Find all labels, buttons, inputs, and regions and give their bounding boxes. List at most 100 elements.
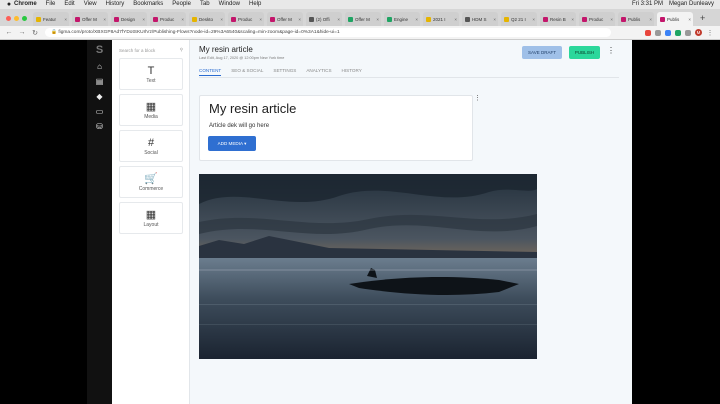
new-tab-button[interactable]: + [700,13,705,23]
menu-view[interactable]: View [84,0,97,9]
close-tab-icon[interactable]: × [376,17,379,22]
close-tab-icon[interactable]: × [415,17,418,22]
menu-edit[interactable]: Edit [64,0,74,9]
close-window-button[interactable] [6,16,11,21]
close-tab-icon[interactable]: × [298,17,301,22]
close-tab-icon[interactable]: × [688,17,691,22]
menubar-user[interactable]: Megan Dunleavy [669,0,714,9]
lake-sunset-photo [199,174,537,359]
close-tab-icon[interactable]: × [142,17,145,22]
menu-help[interactable]: Help [249,0,261,9]
tab-history[interactable]: HISTORY [342,66,362,76]
apple-icon[interactable]: ● [4,0,14,9]
text-icon: T [147,64,155,77]
browser-tab[interactable]: Design × [111,12,147,26]
chrome-menu-icon[interactable]: ⋮ [706,29,714,37]
close-tab-icon[interactable]: × [493,17,496,22]
close-tab-icon[interactable]: × [220,17,223,22]
browser-tab[interactable]: Offer M × [345,12,381,26]
card-options-icon[interactable]: ⋮ [474,94,481,102]
extension-icons: M ⋮ [645,29,714,37]
close-tab-icon[interactable]: × [571,17,574,22]
browser-tab[interactable]: Resin B × [540,12,576,26]
zoom-window-button[interactable] [22,16,27,21]
tab-strip: Featur × Offer M × Design × Produc × Deskto × Prod… [0,9,720,26]
tag-icon[interactable]: ◆ [95,92,104,101]
menu-people[interactable]: People [172,0,191,9]
block-social[interactable]: # Social [119,130,183,162]
article-dek[interactable]: Article dek will go here [209,123,269,129]
browser-tab[interactable]: Produc × [228,12,264,26]
tab-analytics[interactable]: ANALYTICS [306,66,331,76]
tab-content[interactable]: CONTENT [199,66,222,76]
close-tab-icon[interactable]: × [610,17,613,22]
back-icon[interactable]: ← [5,29,13,36]
close-tab-icon[interactable]: × [181,17,184,22]
extension-icon[interactable] [655,29,661,36]
tab-favicon-icon [465,16,470,22]
tab-settings[interactable]: SETTINGS [273,66,296,76]
menu-window[interactable]: Window [219,0,240,9]
close-tab-icon[interactable]: × [649,17,652,22]
forward-icon[interactable]: → [18,29,26,36]
save-draft-button[interactable]: SAVE DRAFT [522,46,562,59]
menu-tab[interactable]: Tab [200,0,210,9]
block-text[interactable]: T Text [119,58,183,90]
extension-icon[interactable] [685,29,691,36]
browser-tab[interactable]: (2) Offi × [306,12,342,26]
browser-tab[interactable]: Offer M × [72,12,108,26]
browser-tab[interactable]: Featur × [33,12,69,26]
browser-tab[interactable]: Offer M × [267,12,303,26]
close-tab-icon[interactable]: × [454,17,457,22]
close-tab-icon[interactable]: × [64,17,67,22]
lake-sunset-image[interactable] [199,174,537,359]
profile-avatar[interactable]: M [695,29,702,36]
url-field[interactable]: 🔒 figma.com/proto/XBXGP8Ad7fYDotSKUrlVz/… [45,28,611,37]
extension-icon[interactable] [675,29,681,36]
tab-seo-social[interactable]: SEO & SOCIAL [231,66,263,76]
home-icon[interactable]: ⌂ [95,62,104,71]
close-tab-icon[interactable]: × [259,17,262,22]
browser-tab[interactable]: Produc × [150,12,186,26]
block-layout[interactable]: ▦ Layout [119,202,183,234]
document-icon[interactable]: ▤ [95,77,104,86]
add-media-button[interactable]: ADD MEDIA ▾ [208,136,256,151]
menu-app-chrome[interactable]: Chrome [14,0,37,9]
block-media[interactable]: ▦ Media [119,94,183,126]
browser-tab[interactable]: 2021 I × [423,12,459,26]
tab-label: Offer M [355,16,370,22]
more-options-icon[interactable]: ⋮ [607,46,615,55]
browser-tab[interactable]: HDM S × [462,12,498,26]
article-header-card[interactable]: My resin article Article dek will go her… [199,95,473,161]
close-tab-icon[interactable]: × [532,17,535,22]
cart-icon[interactable]: ⛁ [95,122,104,131]
tab-label: Design [121,16,136,22]
reload-icon[interactable]: ↻ [31,29,39,37]
browser-tab[interactable]: Publis × [657,12,693,26]
browser-tab[interactable]: Deskto × [189,12,225,26]
browser-tab[interactable]: Engine × [384,12,420,26]
extension-icon[interactable] [665,29,671,36]
article-title[interactable]: My resin article [209,101,296,116]
tab-label: Offer M [277,16,292,22]
extension-icon[interactable] [645,29,651,36]
search-icon[interactable]: ⚲ [180,47,183,53]
minimize-window-button[interactable] [14,16,19,21]
close-tab-icon[interactable]: × [337,17,340,22]
menu-bookmarks[interactable]: Bookmarks [133,0,163,9]
block-search[interactable]: Search for a block ⚲ [119,46,183,54]
menu-history[interactable]: History [106,0,125,9]
tab-label: Publis [667,16,680,22]
menubar-clock[interactable]: Fri 3:31 PM [632,0,663,9]
card-icon[interactable]: ▭ [95,107,104,116]
tabs-container: Featur × Offer M × Design × Produc × Deskto × Prod… [33,12,696,26]
browser-tab[interactable]: Produc × [579,12,615,26]
block-label: Commerce [138,185,164,192]
browser-tab[interactable]: Publis × [618,12,654,26]
tab-favicon-icon [231,16,236,22]
publish-button[interactable]: PUBLISH [569,46,600,59]
close-tab-icon[interactable]: × [103,17,106,22]
browser-tab[interactable]: Q2 21 I × [501,12,537,26]
block-commerce[interactable]: 🛒 Commerce [119,166,183,198]
menu-file[interactable]: File [46,0,56,9]
